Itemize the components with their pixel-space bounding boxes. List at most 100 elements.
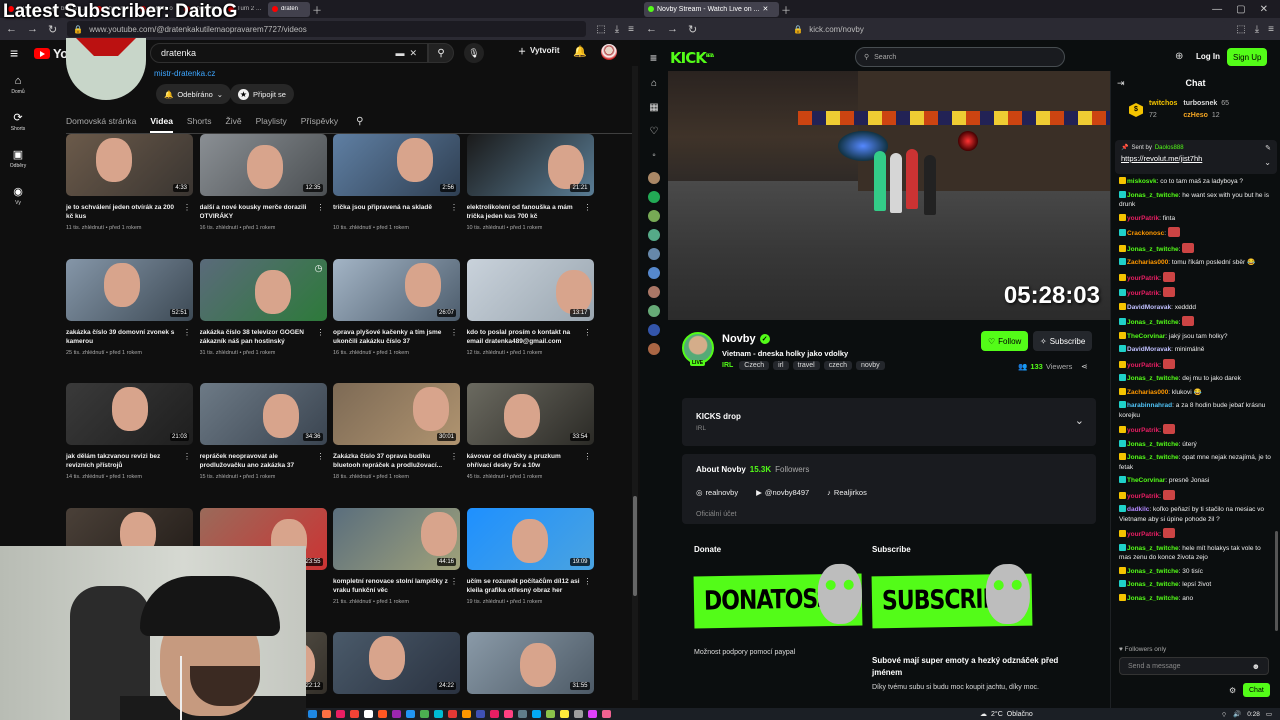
chat-username[interactable]: Jonas_z_twitche xyxy=(1127,192,1179,199)
back-icon[interactable]: ← xyxy=(6,23,17,35)
video-title[interactable]: další a nové kousky merče dorazili OTVIR… xyxy=(200,203,316,221)
chat-username[interactable]: Jonas_z_twitche xyxy=(1127,375,1179,382)
channel-avatar[interactable] xyxy=(646,303,662,319)
channel-avatar[interactable] xyxy=(646,208,662,224)
channel-tab[interactable]: Playlisty xyxy=(256,116,287,126)
taskbar-app-icon[interactable] xyxy=(322,710,331,718)
search-button[interactable]: ⚲ xyxy=(428,43,454,63)
close-icon[interactable]: ✕ xyxy=(762,5,768,13)
stream-category[interactable]: IRL xyxy=(722,362,733,369)
join-button[interactable]: ★ Připojit se xyxy=(230,84,294,104)
more-options-icon[interactable]: ⋮ xyxy=(183,452,191,461)
gifter-name[interactable]: twitchos xyxy=(1149,100,1177,107)
hamburger-menu-icon[interactable]: ≡ xyxy=(650,51,657,65)
download-icon[interactable]: ⤓ xyxy=(1255,24,1259,35)
download-icon[interactable]: ⤓ xyxy=(615,24,619,35)
taskbar-app-icon[interactable] xyxy=(518,710,527,718)
taskbar-app-icon[interactable] xyxy=(504,710,513,718)
taskbar-app-icon[interactable] xyxy=(560,710,569,718)
kick-tab[interactable]: Novby Stream - Watch Live on ... ✕ xyxy=(644,1,779,17)
chat-username[interactable]: Crackonosc xyxy=(1127,230,1164,237)
bell-icon[interactable]: 🔔 xyxy=(573,45,587,58)
chat-username[interactable]: yourPatrik xyxy=(1127,290,1159,297)
video-title[interactable]: kdo to poslal prosím o kontakt na email … xyxy=(467,328,583,346)
left-scrollbar[interactable] xyxy=(632,66,638,700)
keyboard-icon[interactable]: ▬ ✕ xyxy=(395,48,417,59)
chat-username[interactable]: Jonas_z_twitche xyxy=(1127,595,1179,602)
signup-button[interactable]: Sign Up xyxy=(1227,48,1268,66)
video-thumbnail[interactable]: 21:03 xyxy=(66,383,193,445)
video-thumbnail[interactable]: 52:51 xyxy=(66,258,193,321)
reload-icon[interactable]: ↻ xyxy=(688,23,697,36)
taskbar-app-icon[interactable] xyxy=(448,710,457,718)
channel-avatar[interactable] xyxy=(646,170,662,186)
wifi-icon[interactable]: ⌔ xyxy=(1221,710,1227,719)
more-options-icon[interactable]: ⋮ xyxy=(317,203,325,212)
chevron-down-icon[interactable]: ⌄ xyxy=(1264,158,1271,167)
channel-avatar[interactable] xyxy=(646,246,662,262)
chat-username[interactable]: DavidMoravak xyxy=(1127,304,1171,311)
more-options-icon[interactable]: ⋮ xyxy=(584,328,592,337)
video-thumbnail[interactable]: 13:17 xyxy=(466,258,594,321)
video-card[interactable]: 26:07 oprava plyšové kačenky a tím jsme u… xyxy=(333,258,460,379)
video-card[interactable]: 21:03 jak dělám takzvanou revizi bez revi… xyxy=(66,383,193,503)
chat-username[interactable]: TheCorvinar xyxy=(1127,333,1165,340)
live-icon[interactable]: ◦ xyxy=(640,143,668,167)
video-thumbnail[interactable]: ◷ xyxy=(199,258,327,321)
more-options-icon[interactable]: ⋮ xyxy=(450,203,458,212)
follow-button[interactable]: ♡ Follow xyxy=(981,331,1029,351)
new-tab-icon[interactable]: ＋ xyxy=(312,2,322,17)
video-thumbnail[interactable]: 44:16 xyxy=(333,507,460,570)
video-thumbnail[interactable]: 30:01 xyxy=(333,383,460,445)
hamburger-menu-icon[interactable]: ≡ xyxy=(10,45,34,61)
channel-avatar[interactable] xyxy=(66,38,146,100)
maximize-icon[interactable]: ▢ xyxy=(1236,4,1245,15)
channel-avatar[interactable] xyxy=(646,322,662,338)
chevron-down-icon[interactable]: ⌄ xyxy=(1075,414,1084,427)
side-nav-item[interactable]: ▣ Odběry xyxy=(0,140,36,177)
kicks-drop-card[interactable]: KICKS drop IRL ⌄ xyxy=(682,398,1096,446)
taskbar-app-icon[interactable] xyxy=(490,710,499,718)
stream-tag[interactable]: irl xyxy=(773,361,789,370)
chat-scrollbar[interactable] xyxy=(1275,531,1278,631)
right-address-bar[interactable]: 🔒 kick.com/novby xyxy=(787,21,1227,37)
clock[interactable]: 0:28 xyxy=(1247,711,1260,718)
forward-icon[interactable]: → xyxy=(27,23,38,35)
chat-username[interactable]: harabinnahrad xyxy=(1127,402,1172,409)
video-thumbnail[interactable]: 34:36 xyxy=(199,383,327,445)
forward-icon[interactable]: → xyxy=(667,23,678,35)
browser-tab[interactable]: dratén xyxy=(268,1,310,17)
video-title[interactable]: zakázka číslo 39 domovní zvonek s kamero… xyxy=(66,328,182,346)
video-title[interactable]: repráček neopravovat ale prodlužovačku a… xyxy=(200,452,316,470)
chat-username[interactable]: Jonas_z_twitche xyxy=(1127,454,1179,461)
video-title[interactable]: zakázka číslo 38 televizor GOGEN zákazní… xyxy=(200,328,316,346)
video-thumbnail[interactable]: 12:35 xyxy=(199,134,327,196)
stream-tag[interactable]: novby xyxy=(856,361,885,370)
emoji-icon[interactable]: ☻ xyxy=(1252,662,1260,671)
channel-avatar[interactable] xyxy=(646,341,662,357)
video-card[interactable]: 34:36 repráček neopravovat ale prodlužova… xyxy=(199,383,327,503)
taskbar-app-icon[interactable] xyxy=(364,710,373,718)
video-card[interactable]: 30:01 Zakázka číslo 37 oprava budíku blue… xyxy=(333,383,460,503)
taskbar-app-icon[interactable] xyxy=(476,710,485,718)
chat-username[interactable]: Zacharias000 xyxy=(1127,259,1168,266)
stream-tag[interactable]: travel xyxy=(792,361,820,370)
video-card[interactable]: 31:55 xyxy=(466,632,594,708)
video-title[interactable]: kompletní renovace stolní lampičky z vra… xyxy=(333,577,449,595)
menu-icon[interactable]: ≡ xyxy=(1268,24,1274,35)
more-options-icon[interactable]: ⋮ xyxy=(183,203,191,212)
gifter-name[interactable]: czHeso xyxy=(1183,112,1208,119)
video-card[interactable]: 13:17 kdo to poslal prosím o kontakt na e… xyxy=(466,258,594,379)
video-title[interactable]: elektrolikolení od fanouška a mám trička… xyxy=(467,203,583,221)
channel-avatar[interactable] xyxy=(646,265,662,281)
channel-avatar[interactable] xyxy=(646,227,662,243)
more-options-icon[interactable]: ⋮ xyxy=(450,452,458,461)
channel-tab[interactable]: Domovská stránka xyxy=(66,116,136,126)
more-options-icon[interactable]: ⋮ xyxy=(450,577,458,586)
more-options-icon[interactable]: ⋮ xyxy=(317,328,325,337)
video-thumbnail[interactable]: 24:22 xyxy=(333,632,460,694)
taskbar-app-icon[interactable] xyxy=(350,710,359,718)
more-options-icon[interactable]: ⋮ xyxy=(584,203,592,212)
chat-username[interactable]: Jonas_z_twitche xyxy=(1127,568,1179,575)
social-link[interactable]: ♪ Realjirkos xyxy=(827,488,867,497)
